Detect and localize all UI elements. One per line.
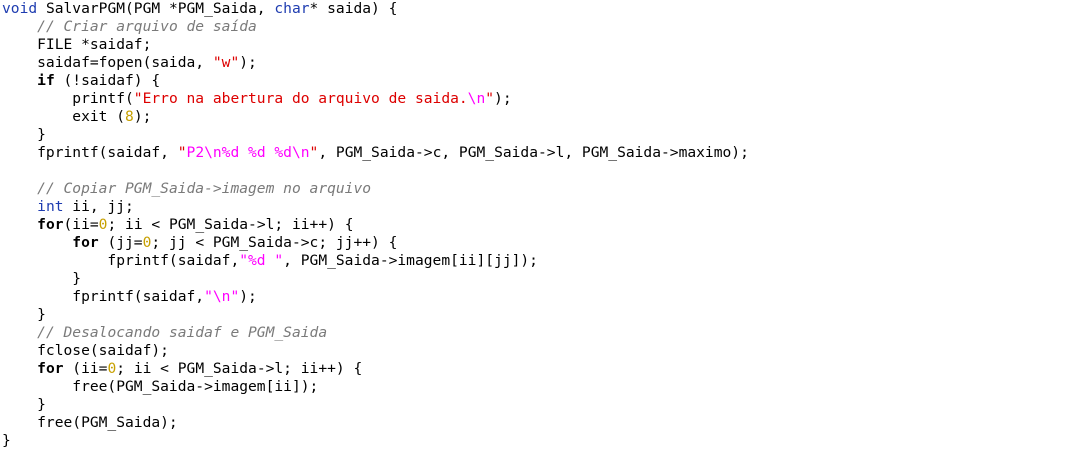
comment-token: // Desalocando saidaf e PGM_Saida	[37, 324, 328, 341]
code-text: printf(	[2, 90, 134, 107]
code-line: for(ii=0; ii < PGM_Saida->l; ii++) {	[2, 216, 749, 234]
code-text: SalvarPGM(PGM *PGM_Saida,	[37, 0, 275, 17]
code-text: fprintf(saidaf,	[2, 288, 205, 305]
code-line: free(PGM_Saida);	[2, 414, 749, 432]
number-literal-token: 0	[107, 360, 117, 377]
code-text: }	[2, 270, 82, 287]
code-line: void SalvarPGM(PGM *PGM_Saida, char* sai…	[2, 0, 749, 18]
code-line: fclose(saidaf);	[2, 342, 749, 360]
code-text: );	[494, 90, 512, 107]
code-line: free(PGM_Saida->imagem[ii]);	[2, 378, 749, 396]
code-text: (ii=	[63, 360, 108, 377]
code-text: fprintf(saidaf,	[2, 252, 240, 269]
code-text: saidaf=fopen(saida,	[2, 54, 213, 71]
code-text: * saida) {	[309, 0, 398, 17]
string-token: "	[485, 90, 495, 107]
code-text: ; jj < PGM_Saida->c; jj++) {	[151, 234, 398, 251]
code-text: }	[2, 432, 11, 449]
code-line: for (ii=0; ii < PGM_Saida->l; ii++) {	[2, 360, 749, 378]
type-token: int	[37, 198, 64, 215]
number-literal-token: 8	[125, 108, 134, 125]
keyword-token: if	[37, 72, 55, 89]
code-line: fprintf(saidaf,"%d ", PGM_Saida->imagem[…	[2, 252, 749, 270]
code-text: (ii=	[63, 216, 99, 233]
string-token: "w"	[212, 54, 240, 71]
code-text: }	[2, 306, 46, 323]
code-text: free(PGM_Saida->imagem[ii]);	[2, 378, 319, 395]
code-text: );	[239, 54, 257, 71]
string-token: "Erro na abertura do arquivo de saida.	[133, 90, 468, 107]
code-line: exit (8);	[2, 108, 749, 126]
code-line: }	[2, 126, 749, 144]
type-token: void	[2, 0, 38, 17]
code-line: if (!saidaf) {	[2, 72, 749, 90]
comment-token: // Copiar PGM_Saida->imagem no arquivo	[37, 180, 372, 197]
code-line: int ii, jj;	[2, 198, 749, 216]
code-text: fprintf(saidaf,	[2, 144, 178, 161]
code-text: ; ii < PGM_Saida->l; ii++) {	[107, 216, 354, 233]
code-text: );	[133, 108, 152, 125]
code-text: ii, jj;	[63, 198, 134, 215]
code-line: }	[2, 306, 749, 324]
code-text: (!saidaf) {	[54, 72, 161, 89]
format-escape-token: "\n"	[204, 288, 240, 305]
code-text: FILE *saidaf;	[2, 36, 152, 53]
code-text: exit (	[2, 108, 126, 125]
code-text: , PGM_Saida->c, PGM_Saida->l, PGM_Saida-…	[318, 144, 749, 161]
format-escape-token: \n	[467, 90, 486, 107]
code-text: , PGM_Saida->imagem[ii][jj]);	[283, 252, 538, 269]
code-line: // Desalocando saidaf e PGM_Saida	[2, 324, 749, 342]
code-text: }	[2, 396, 46, 413]
code-line: fprintf(saidaf,"\n");	[2, 288, 749, 306]
code-text: ; ii < PGM_Saida->l; ii++) {	[116, 360, 363, 377]
code-line: fprintf(saidaf, "P2\n%d %d %d\n", PGM_Sa…	[2, 144, 749, 162]
format-escape-token: P2\n%d %d %d\n	[186, 144, 310, 161]
code-line: printf("Erro na abertura do arquivo de s…	[2, 90, 749, 108]
keyword-token: for	[72, 234, 99, 251]
keyword-token: for	[37, 360, 64, 377]
keyword-token: for	[37, 216, 64, 233]
code-line: FILE *saidaf;	[2, 36, 749, 54]
code-text: );	[239, 288, 257, 305]
code-line: }	[2, 432, 749, 450]
code-line: }	[2, 270, 749, 288]
code-editor: void SalvarPGM(PGM *PGM_Saida, char* sai…	[2, 0, 749, 450]
code-line: saidaf=fopen(saida, "w");	[2, 54, 749, 72]
string-token: "	[177, 144, 187, 161]
code-text: free(PGM_Saida);	[2, 414, 178, 431]
code-line: // Criar arquivo de saída	[2, 18, 749, 36]
code-text: (jj=	[98, 234, 143, 251]
type-token: char	[274, 0, 310, 17]
code-text: }	[2, 126, 46, 143]
code-line: }	[2, 396, 749, 414]
code-line: for (jj=0; jj < PGM_Saida->c; jj++) {	[2, 234, 749, 252]
code-text: fclose(saidaf);	[2, 342, 169, 359]
code-line: // Copiar PGM_Saida->imagem no arquivo	[2, 180, 749, 198]
format-escape-token: "%d "	[239, 252, 284, 269]
comment-token: // Criar arquivo de saída	[37, 18, 257, 35]
